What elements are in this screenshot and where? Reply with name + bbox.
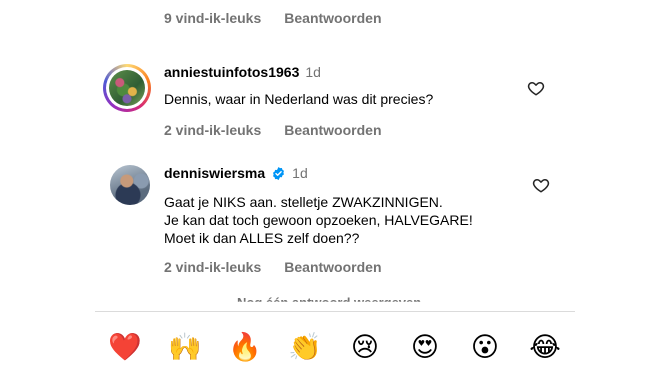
comment-likes[interactable]: 2 vind-ik-leuks [164,122,261,138]
clapping-hands-emoji[interactable]: 👏 [285,331,325,363]
emoji-reaction-bar: ❤️ 🙌 🔥 👏 😢 😍 😮 😂 [95,322,575,372]
heart-eyes-emoji[interactable]: 😍 [405,332,445,363]
reply-button[interactable]: Beantwoorden [284,122,381,138]
view-more-replies-label: Nog één antwoord weergeven [237,295,422,310]
emoji-bar-divider [95,311,575,312]
avatar[interactable] [110,165,150,205]
reply-button[interactable]: Beantwoorden [284,259,381,275]
fire-emoji[interactable]: 🔥 [225,331,265,363]
comment-line: Gaat je NIKS aan. stelletje ZWAKZINNIGEN… [164,194,443,210]
comment-time: 1d [305,64,321,80]
verified-badge-icon [273,166,285,180]
comment-time: 1d [292,165,308,181]
view-more-replies-button[interactable]: Nog één antwoord weergeven [203,295,422,310]
tears-of-joy-emoji[interactable]: 😂 [525,332,565,363]
raising-hands-emoji[interactable]: 🙌 [165,331,205,363]
comment-likes[interactable]: 2 vind-ik-leuks [164,259,261,275]
comment-line: Moet ik dan ALLES zelf doen?? [164,230,360,246]
comment-author: anniestuinfotos1963 1d [164,64,321,80]
like-heart-icon[interactable] [532,176,550,194]
comment-text: Gaat je NIKS aan. stelletje ZWAKZINNIGEN… [164,193,473,247]
previous-comment-reply-button[interactable]: Beantwoorden [284,10,381,26]
story-ring[interactable] [103,64,151,112]
comment-meta: 2 vind-ik-leuks Beantwoorden [164,122,382,138]
previous-comment-meta: 9 vind-ik-leuks Beantwoorden [164,10,382,26]
like-heart-icon[interactable] [527,79,545,97]
comment-author: denniswiersma 1d [164,165,308,181]
surprised-face-emoji[interactable]: 😮 [465,332,505,363]
comment-meta: 2 vind-ik-leuks Beantwoorden [164,259,382,275]
crying-face-emoji[interactable]: 😢 [345,332,385,363]
username-link[interactable]: anniestuinfotos1963 [164,64,299,80]
red-heart-emoji[interactable]: ❤️ [105,331,145,363]
divider-line [203,302,229,303]
username-link[interactable]: denniswiersma [164,165,265,181]
comment-line: Je kan dat toch gewoon opzoeken, HALVEGA… [164,212,473,228]
avatar [109,70,145,106]
previous-comment-likes[interactable]: 9 vind-ik-leuks [164,10,261,26]
comment-text: Dennis, waar in Nederland was dit precie… [164,91,434,107]
